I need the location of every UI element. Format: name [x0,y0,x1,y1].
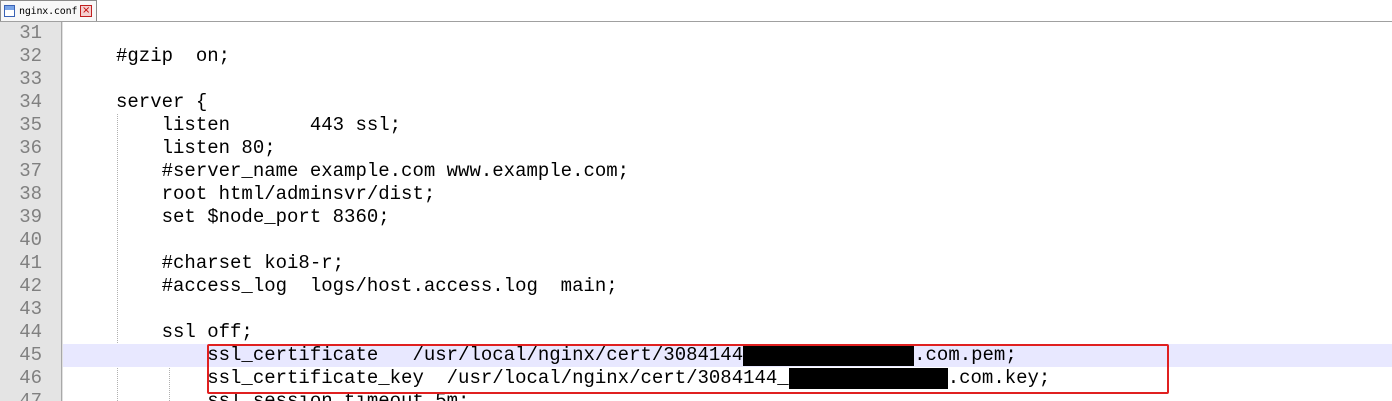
line-number: 38 [19,183,42,205]
tab-label: nginx.conf [19,5,78,17]
code-editor[interactable]: 31 32 #gzip on; 33 34 server { 35 listen… [0,22,1392,401]
code-line: 36 listen 80; [0,137,1392,160]
code-line: 34 server { [0,91,1392,114]
code-line: 39 set $node_port 8360; [0,206,1392,229]
line-number: 44 [19,321,42,343]
line-text: root html/adminsvr/dist; [116,183,436,205]
line-number: 37 [19,160,42,182]
close-icon[interactable]: × [80,5,93,17]
code-line: 41 #charset koi8-r; [0,252,1392,275]
line-text: ssl off; [116,321,253,343]
line-text: #charset koi8-r; [116,252,345,274]
line-number: 45 [19,344,42,366]
line-text: listen 80; [116,137,276,159]
line-number: 33 [19,68,42,90]
line-number: 39 [19,206,42,228]
line-number: 42 [19,275,42,297]
line-number: 47 [19,390,42,401]
code-line: 33 [0,68,1392,91]
line-text: #gzip on; [116,45,231,67]
line-number: 34 [19,91,42,113]
line-number: 31 [19,22,42,44]
line-text: listen 443 ssl; [116,114,402,136]
file-icon [4,5,15,17]
code-line: 40 [0,229,1392,252]
code-line: 37 #server_name example.com www.example.… [0,160,1392,183]
code-line: 43 [0,298,1392,321]
annotation-highlight-box [207,344,1169,394]
code-line: 44 ssl off; [0,321,1392,344]
line-number: 35 [19,114,42,136]
tab-nginx-conf[interactable]: nginx.conf × [0,0,97,21]
line-text: server { [116,91,208,113]
line-text: #server_name example.com www.example.com… [116,160,630,182]
line-number: 46 [19,367,42,389]
line-number: 36 [19,137,42,159]
line-number: 32 [19,45,42,67]
line-number: 43 [19,298,42,320]
line-text: #access_log logs/host.access.log main; [116,275,618,297]
code-line: 35 listen 443 ssl; [0,114,1392,137]
line-number: 40 [19,229,42,251]
code-line: 32 #gzip on; [0,45,1392,68]
line-number: 41 [19,252,42,274]
code-line: 38 root html/adminsvr/dist; [0,183,1392,206]
code-line: 42 #access_log logs/host.access.log main… [0,275,1392,298]
line-text: set $node_port 8360; [116,206,390,228]
code-line: 31 [0,22,1392,45]
tab-bar: nginx.conf × [0,0,1392,22]
